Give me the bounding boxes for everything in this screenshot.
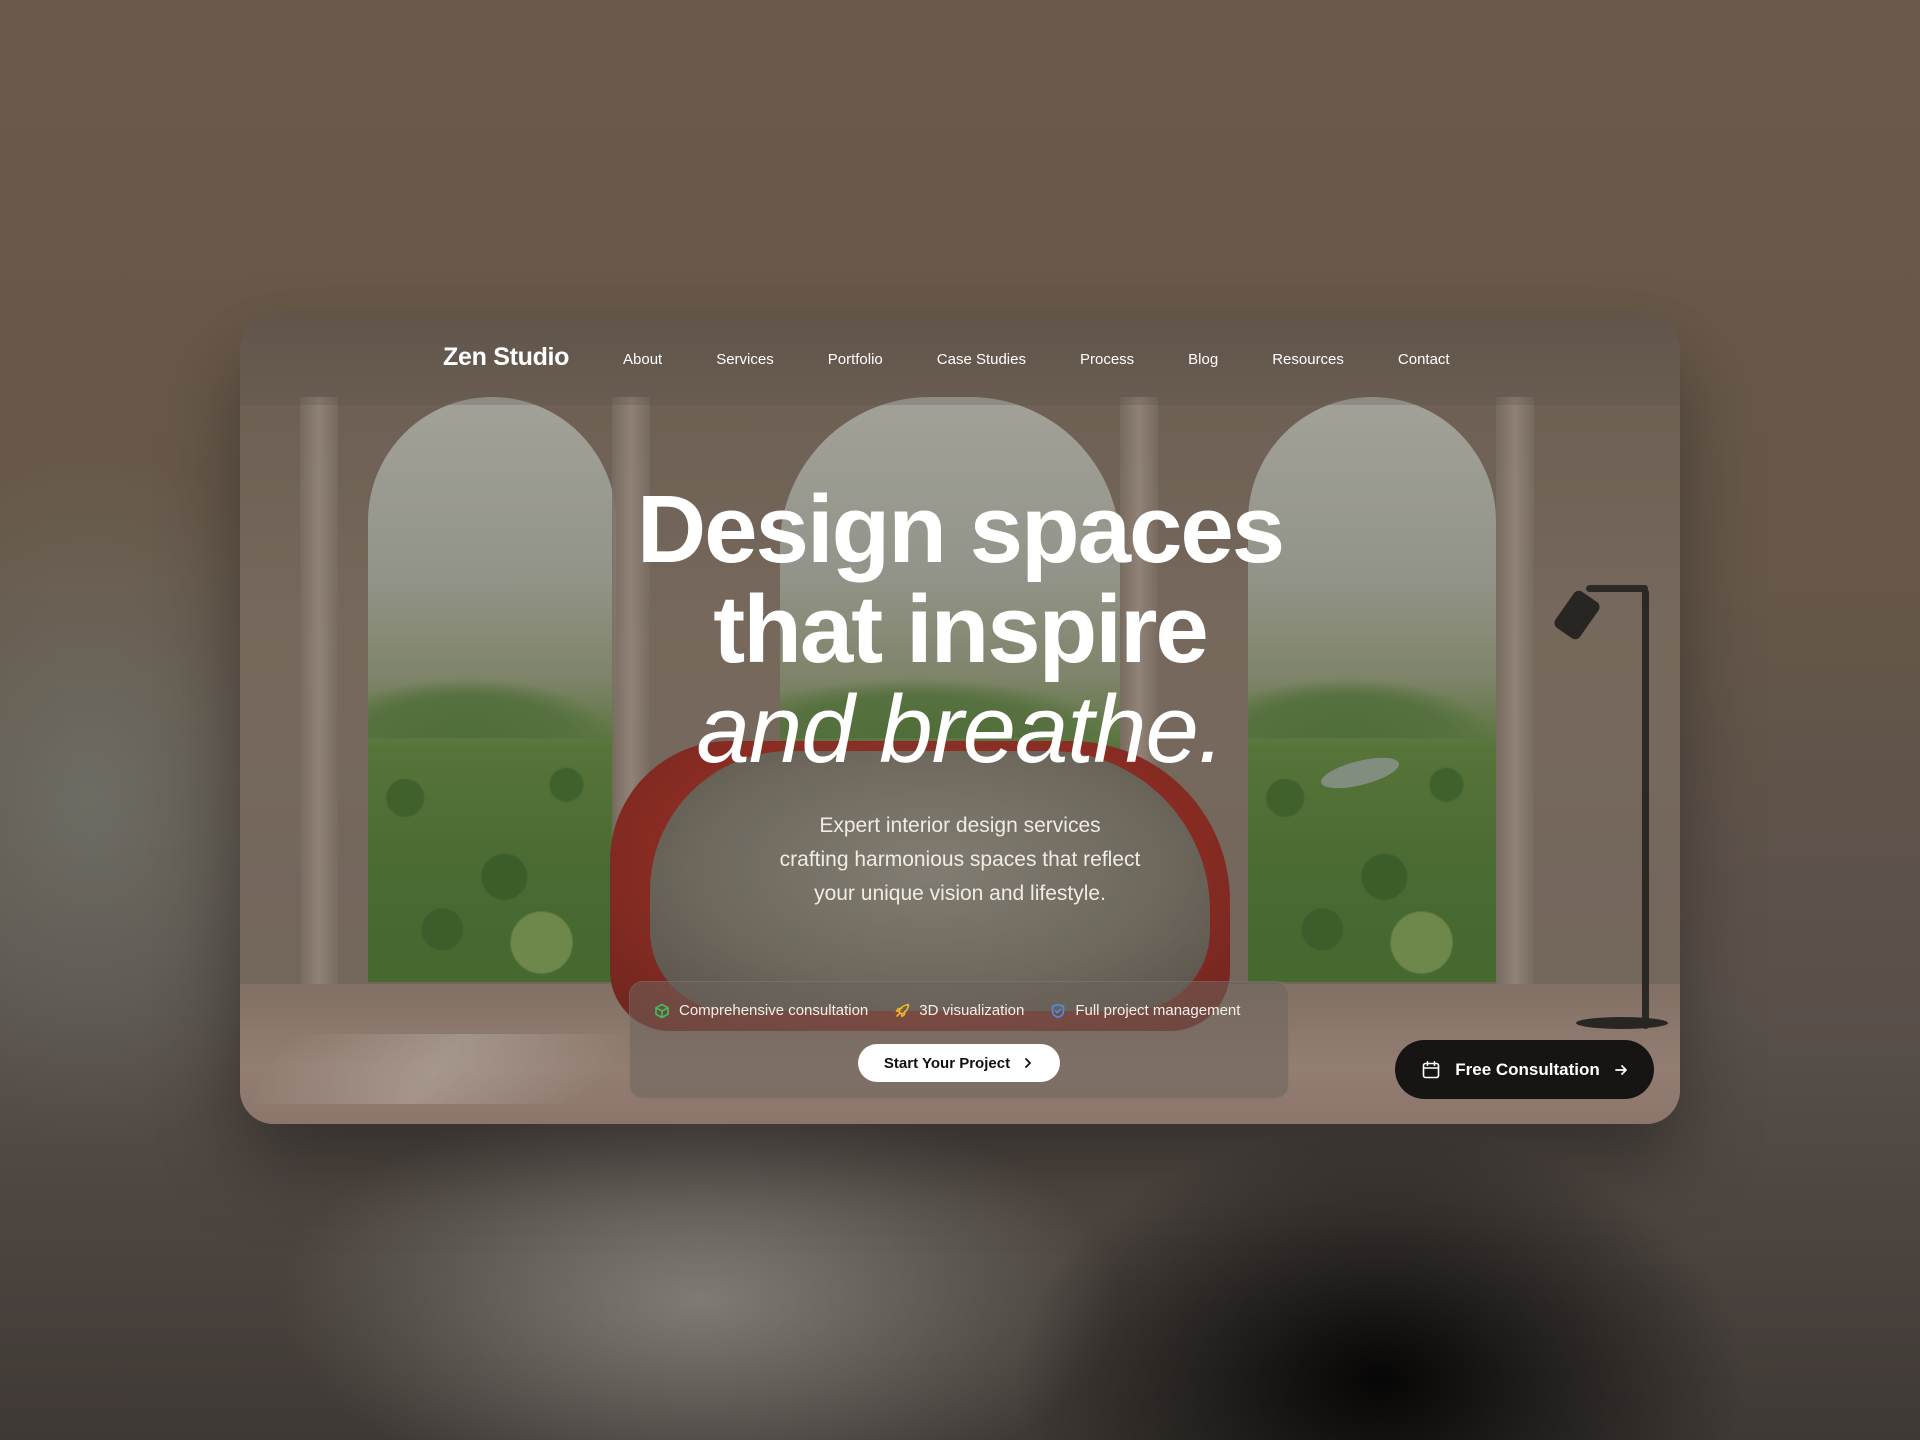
feature-project-management: Full project management xyxy=(1050,1002,1240,1019)
top-nav: Zen Studio About Services Portfolio Case… xyxy=(240,317,1680,405)
headline-line-2: that inspire xyxy=(713,576,1208,683)
hero-card: Zen Studio About Services Portfolio Case… xyxy=(240,317,1680,1124)
chevron-right-icon xyxy=(1022,1057,1034,1069)
free-consultation-button[interactable]: Free Consultation xyxy=(1395,1040,1654,1099)
feature-3d-visualization: 3D visualization xyxy=(894,1002,1024,1019)
rocket-icon xyxy=(894,1003,910,1019)
headline-line-3: and breathe. xyxy=(696,676,1224,783)
arrow-right-icon xyxy=(1614,1063,1628,1077)
cube-icon xyxy=(654,1003,670,1019)
headline-line-1: Design spaces xyxy=(636,476,1285,583)
start-project-button[interactable]: Start Your Project xyxy=(858,1044,1060,1082)
hero-subtitle: Expert interior design services crafting… xyxy=(779,814,1141,905)
feature-panel: Comprehensive consultation 3D visualizat… xyxy=(629,981,1289,1099)
nav-blog[interactable]: Blog xyxy=(1188,351,1218,368)
feature-list: Comprehensive consultation 3D visualizat… xyxy=(654,1002,1266,1019)
shield-icon xyxy=(1050,1003,1066,1019)
nav-portfolio[interactable]: Portfolio xyxy=(828,351,883,368)
calendar-icon xyxy=(1421,1060,1441,1080)
nav-links: About Services Portfolio Case Studies Pr… xyxy=(623,351,1504,368)
nav-services[interactable]: Services xyxy=(716,351,774,368)
feature-consultation: Comprehensive consultation xyxy=(654,1002,868,1019)
nav-case-studies[interactable]: Case Studies xyxy=(937,351,1026,368)
nav-about[interactable]: About xyxy=(623,351,662,368)
nav-resources[interactable]: Resources xyxy=(1272,351,1344,368)
nav-contact[interactable]: Contact xyxy=(1398,351,1450,368)
brand-logo[interactable]: Zen Studio xyxy=(443,343,569,372)
hero-headline: Design spaces that inspire and breathe. xyxy=(240,480,1680,780)
nav-process[interactable]: Process xyxy=(1080,351,1134,368)
